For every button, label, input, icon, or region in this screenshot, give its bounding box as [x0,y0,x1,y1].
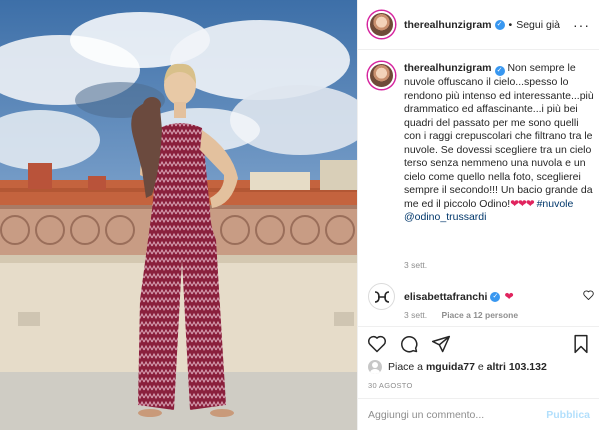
caption-time[interactable]: 3 sett. [404,260,427,270]
more-options-icon[interactable]: ··· [573,17,590,33]
caption-body: therealhunzigram ✓ Non sempre le nuvole o… [404,62,594,225]
caption-text: Non sempre le nuvole offuscano il cielo.… [404,62,594,210]
photo-illustration [0,0,357,430]
verified-badge-icon: ✓ [494,19,505,30]
author-username[interactable]: therealhunzigram [404,19,492,31]
following-button[interactable]: Segui già [516,19,560,31]
post-header: therealhunzigram ✓ • Segui già ··· [358,0,599,50]
liker-username[interactable]: mguida77 [426,361,475,373]
ef-logo-icon [374,290,389,303]
bookmark-icon[interactable] [570,333,592,355]
publish-button[interactable]: Pubblica [546,409,590,421]
likes-prefix: Piace a [388,361,424,373]
likes-middle: e [477,361,484,373]
comment-likes[interactable]: Piace a 12 persone [442,310,519,320]
post-photo[interactable] [0,0,357,430]
post-side-panel: therealhunzigram ✓ • Segui già ··· there… [357,0,599,430]
heart-outline-icon[interactable] [366,333,388,355]
commenter-username[interactable]: elisabettafranchi [404,291,487,303]
mention-link[interactable]: @odino_trussardi [404,211,486,223]
caption-username[interactable]: therealhunzigram [404,62,492,74]
instagram-post: therealhunzigram ✓ • Segui già ··· there… [0,0,599,430]
comment-row: elisabettafranchi ✓ ❤ [368,283,594,310]
comment-like-icon[interactable] [583,290,594,303]
post-caption: therealhunzigram ✓ Non sempre le nuvole o… [368,62,594,225]
add-comment-bar: Pubblica [358,398,599,430]
hearts-emoji: ❤❤❤ [510,197,534,210]
post-actions [358,326,599,360]
liker-avatar[interactable] [368,360,382,374]
share-icon[interactable] [430,333,452,355]
header-separator: • [508,18,513,31]
author-avatar[interactable] [368,11,395,38]
caption-author-avatar[interactable] [368,62,395,89]
verified-badge-icon: ✓ [490,291,501,302]
comment-heart-emoji: ❤ [504,291,514,303]
likes-others[interactable]: altri 103.132 [487,361,547,373]
comment-meta: 3 sett. Piace a 12 persone [404,310,530,320]
comment-icon[interactable] [398,333,420,355]
commenter-avatar[interactable] [368,283,395,310]
verified-badge-icon: ✓ [494,66,505,76]
comment-time[interactable]: 3 sett. [404,310,427,320]
comment-input[interactable] [368,408,547,421]
liked-by: Piace a mguida77 e altri 103.132 [368,360,547,374]
hashtag-link[interactable]: #nuvole [537,198,574,210]
post-date[interactable]: 30 AGOSTO [368,381,413,390]
